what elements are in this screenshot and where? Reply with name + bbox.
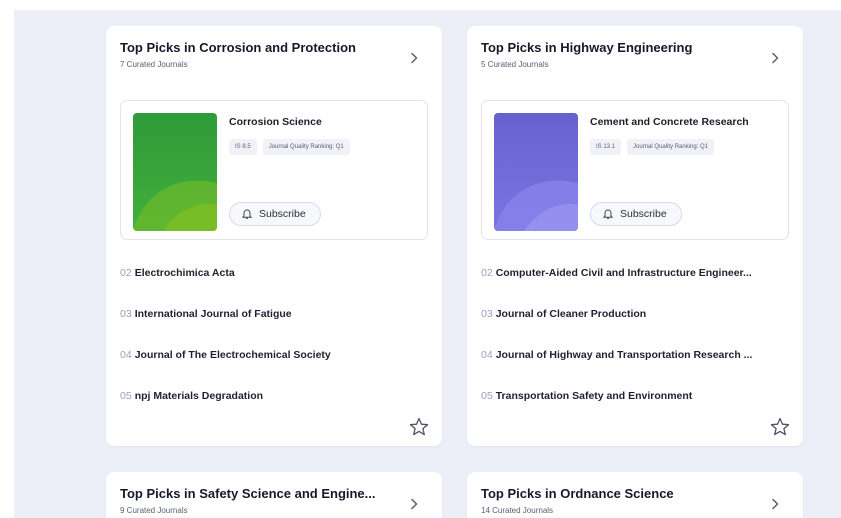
journal-list-item[interactable]: 04 Journal of The Electrochemical Society <box>120 348 430 389</box>
card-header[interactable]: Top Picks in Safety Science and Engine..… <box>120 486 428 518</box>
card-title: Top Picks in Ordnance Science <box>481 486 674 501</box>
bell-icon <box>242 208 252 219</box>
chevron-right-icon[interactable] <box>406 496 422 512</box>
journal-list-item[interactable]: 05 Transportation Safety and Environment <box>481 389 791 430</box>
subscribe-label: Subscribe <box>259 208 306 220</box>
impact-score-badge: IS 13.1 <box>590 139 622 155</box>
impact-score-badge: IS 8.5 <box>229 139 257 155</box>
chevron-right-icon[interactable] <box>767 50 783 66</box>
journal-name: npj Materials Degradation <box>134 390 264 402</box>
card-subtitle: 7 Curated Journals <box>120 60 188 69</box>
journal-name: Journal of Cleaner Production <box>495 308 647 320</box>
card-subtitle: 5 Curated Journals <box>481 60 549 69</box>
journal-rank: 03 <box>481 308 493 320</box>
journal-name: Electrochimica Acta <box>134 267 235 279</box>
star-outline-icon[interactable] <box>408 416 430 438</box>
journal-rank: 03 <box>120 308 132 320</box>
chevron-right-icon[interactable] <box>767 496 783 512</box>
journal-list: 02 Electrochimica Acta 03 International Jo… <box>120 266 430 430</box>
card-subtitle: 9 Curated Journals <box>120 506 188 515</box>
star-outline-icon[interactable] <box>769 416 791 438</box>
journal-list-item[interactable]: 02 Computer-Aided Civil and Infrastructur… <box>481 266 791 307</box>
journal-rank: 05 <box>481 390 493 402</box>
card-header[interactable]: Top Picks in Ordnance Science 14 Curated… <box>481 486 789 518</box>
journal-list-item[interactable]: 03 International Journal of Fatigue <box>120 307 430 348</box>
journal-tags: IS 8.5 Journal Quality Ranking: Q1 <box>229 139 350 155</box>
topic-card-corrosion: Top Picks in Corrosion and Protection 7 … <box>106 26 442 446</box>
card-title: Top Picks in Safety Science and Engine..… <box>120 486 376 501</box>
journal-list-item[interactable]: 05 npj Materials Degradation <box>120 389 430 430</box>
journal-name: Transportation Safety and Environment <box>495 390 693 402</box>
journal-name: Journal of The Electrochemical Society <box>134 349 331 361</box>
card-title: Top Picks in Corrosion and Protection <box>120 40 356 55</box>
journal-cover-image[interactable] <box>133 113 217 231</box>
journal-name: International Journal of Fatigue <box>134 308 292 320</box>
featured-journal-name: Cement and Concrete Research <box>590 116 749 128</box>
card-title: Top Picks in Highway Engineering <box>481 40 693 55</box>
featured-journal[interactable]: Corrosion Science IS 8.5 Journal Quality… <box>120 100 428 240</box>
quality-ranking-badge: Journal Quality Ranking: Q1 <box>627 139 715 155</box>
journal-cover-image[interactable] <box>494 113 578 231</box>
featured-journal[interactable]: Cement and Concrete Research IS 13.1 Jou… <box>481 100 789 240</box>
subscribe-button[interactable]: Subscribe <box>590 202 682 226</box>
journal-rank: 02 <box>120 267 132 279</box>
card-subtitle: 14 Curated Journals <box>481 506 554 515</box>
subscribe-label: Subscribe <box>620 208 667 220</box>
journal-list-item[interactable]: 03 Journal of Cleaner Production <box>481 307 791 348</box>
journal-rank: 04 <box>481 349 493 361</box>
subscribe-button[interactable]: Subscribe <box>229 202 321 226</box>
featured-journal-name: Corrosion Science <box>229 116 322 128</box>
chevron-right-icon[interactable] <box>406 50 422 66</box>
topic-card-ordnance: Top Picks in Ordnance Science 14 Curated… <box>467 472 803 518</box>
topic-card-safety: Top Picks in Safety Science and Engine..… <box>106 472 442 518</box>
journal-tags: IS 13.1 Journal Quality Ranking: Q1 <box>590 139 715 155</box>
left-gutter <box>0 0 14 518</box>
journal-name: Journal of Highway and Transportation Re… <box>495 349 753 361</box>
journal-rank: 02 <box>481 267 493 279</box>
journal-list: 02 Computer-Aided Civil and Infrastructur… <box>481 266 791 430</box>
bell-icon <box>603 208 613 219</box>
journal-name: Computer-Aided Civil and Infrastructure … <box>495 267 752 279</box>
journal-rank: 04 <box>120 349 132 361</box>
card-header[interactable]: Top Picks in Corrosion and Protection 7 … <box>120 40 428 76</box>
topic-card-highway: Top Picks in Highway Engineering 5 Curat… <box>467 26 803 446</box>
journal-list-item[interactable]: 02 Electrochimica Acta <box>120 266 430 307</box>
card-header[interactable]: Top Picks in Highway Engineering 5 Curat… <box>481 40 789 76</box>
quality-ranking-badge: Journal Quality Ranking: Q1 <box>262 139 350 155</box>
journal-list-item[interactable]: 04 Journal of Highway and Transportation … <box>481 348 791 389</box>
journal-rank: 05 <box>120 390 132 402</box>
